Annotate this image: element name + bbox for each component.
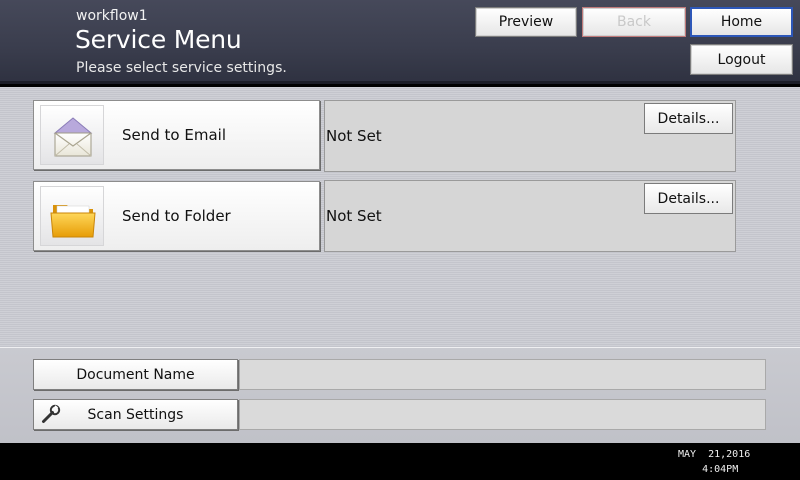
send-to-email-status: Not Set bbox=[326, 127, 382, 145]
divider bbox=[0, 347, 800, 348]
datetime: MAY 21,2016 4:04PM bbox=[678, 447, 750, 477]
scan-settings-label: Scan Settings bbox=[87, 406, 184, 423]
document-name-button[interactable]: Document Name bbox=[33, 359, 238, 390]
header-bar: workflow1 Service Menu Please select ser… bbox=[0, 0, 800, 84]
workflow-name: workflow1 bbox=[76, 8, 148, 24]
page-title: Service Menu bbox=[75, 25, 242, 54]
folder-details-button[interactable]: Details... bbox=[644, 183, 733, 214]
send-to-email-button[interactable]: Send to Email bbox=[33, 100, 320, 170]
logout-button[interactable]: Logout bbox=[690, 44, 793, 75]
document-name-value bbox=[239, 359, 766, 390]
main-content: Send to Email Not Set Details... Send to… bbox=[0, 87, 800, 443]
email-details-button[interactable]: Details... bbox=[644, 103, 733, 134]
preview-button[interactable]: Preview bbox=[475, 7, 577, 37]
time-text: 4:04PM bbox=[702, 464, 739, 475]
page-subtitle: Please select service settings. bbox=[76, 60, 287, 76]
scan-settings-button[interactable]: Scan Settings bbox=[33, 399, 238, 430]
send-to-folder-label: Send to Folder bbox=[122, 207, 231, 225]
send-to-folder-panel: Not Set Details... bbox=[324, 180, 736, 252]
wrench-icon bbox=[40, 404, 62, 426]
send-to-folder-status: Not Set bbox=[326, 207, 382, 225]
send-to-folder-button[interactable]: Send to Folder bbox=[33, 181, 320, 251]
footer-bar: MAY 21,2016 4:04PM bbox=[0, 443, 800, 480]
send-to-email-panel: Not Set Details... bbox=[324, 100, 736, 172]
back-button[interactable]: Back bbox=[582, 7, 686, 37]
scan-settings-value bbox=[239, 399, 766, 430]
folder-icon bbox=[40, 186, 104, 246]
envelope-icon bbox=[40, 105, 104, 165]
date-text: MAY 21,2016 bbox=[678, 449, 751, 460]
home-button[interactable]: Home bbox=[690, 7, 793, 37]
send-to-email-label: Send to Email bbox=[122, 126, 226, 144]
